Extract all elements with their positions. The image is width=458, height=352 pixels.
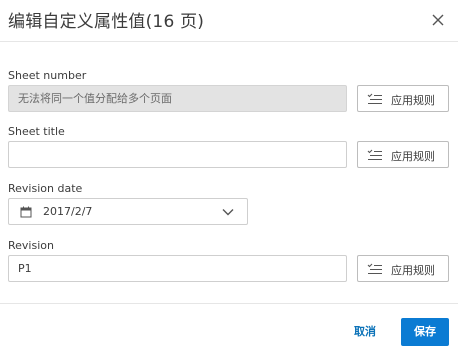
sheet-number-label: Sheet number — [8, 69, 87, 82]
apply-rule-label: 应用规则 — [391, 264, 435, 277]
list-rules-icon — [367, 149, 382, 161]
revision-apply-rule-button[interactable]: 应用规则 — [357, 255, 449, 282]
header-divider — [0, 41, 458, 42]
revision-date-label: Revision date — [8, 182, 83, 195]
calendar-icon — [20, 206, 32, 218]
apply-rule-label: 应用规则 — [391, 150, 435, 163]
sheet-number-apply-rule-button[interactable]: 应用规则 — [357, 85, 449, 112]
revision-label: Revision — [8, 239, 54, 252]
footer-divider — [0, 303, 458, 304]
sheet-title-apply-rule-button[interactable]: 应用规则 — [357, 141, 449, 168]
revision-date-picker[interactable]: 2017/2/7 — [8, 198, 248, 225]
dialog-title: 编辑自定义属性值(16 页) — [8, 12, 205, 32]
cancel-button[interactable]: 取消 — [345, 323, 385, 341]
sheet-title-label: Sheet title — [8, 125, 65, 138]
revision-field[interactable]: P1 — [8, 255, 347, 282]
list-rules-icon — [367, 263, 382, 275]
edit-custom-properties-dialog: 编辑自定义属性值(16 页) Sheet number 无法将同一个值分配给多个… — [0, 0, 458, 352]
list-rules-icon — [367, 93, 382, 105]
sheet-title-field[interactable] — [8, 141, 347, 168]
sheet-number-field: 无法将同一个值分配给多个页面 — [8, 85, 347, 112]
revision-date-value: 2017/2/7 — [43, 205, 93, 218]
chevron-down-icon[interactable] — [222, 208, 234, 216]
save-button[interactable]: 保存 — [401, 318, 449, 346]
close-icon[interactable] — [430, 12, 446, 28]
apply-rule-label: 应用规则 — [391, 94, 435, 107]
